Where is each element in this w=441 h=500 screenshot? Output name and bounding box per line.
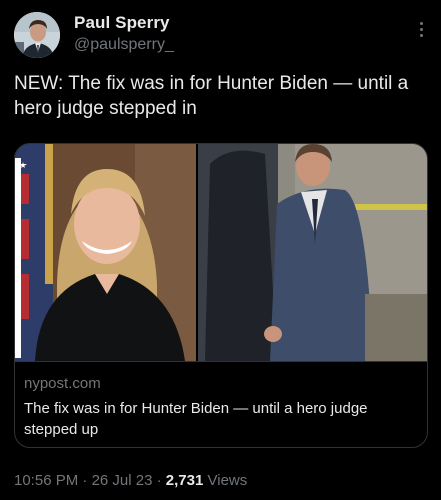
views-label: Views — [207, 472, 248, 489]
card-image[interactable] — [15, 144, 427, 361]
author-avatar[interactable] — [14, 12, 60, 58]
card-meta[interactable]: nypost.com The fix was in for Hunter Bid… — [15, 361, 427, 447]
author-name[interactable]: Paul Sperry — [74, 13, 170, 33]
tweet: Paul Sperry @paulsperry_ NEW: The fix wa… — [0, 0, 441, 500]
link-preview-card[interactable]: nypost.com The fix was in for Hunter Bid… — [14, 143, 428, 448]
card-title: The fix was in for Hunter Biden — until … — [24, 400, 368, 438]
card-image-right-photo — [198, 144, 427, 361]
tweet-time[interactable]: 10:56 PM — [14, 472, 78, 489]
meta-separator: · — [82, 472, 88, 489]
tweet-date[interactable]: 26 Jul 23 — [92, 472, 153, 489]
avatar-photo — [14, 12, 60, 58]
author-handle[interactable]: @paulsperry_ — [74, 36, 174, 54]
meta-separator: · — [156, 472, 162, 489]
card-domain: nypost.com — [24, 375, 101, 392]
views-count: 2,731 — [165, 472, 204, 489]
tweet-meta: 10:56 PM · 26 Jul 23 · 2,731 Views — [14, 472, 247, 489]
tweet-text: NEW: The fix was in for Hunter Biden — u… — [14, 73, 409, 119]
card-image-left-photo — [15, 144, 196, 361]
more-options-icon[interactable] — [417, 22, 425, 40]
